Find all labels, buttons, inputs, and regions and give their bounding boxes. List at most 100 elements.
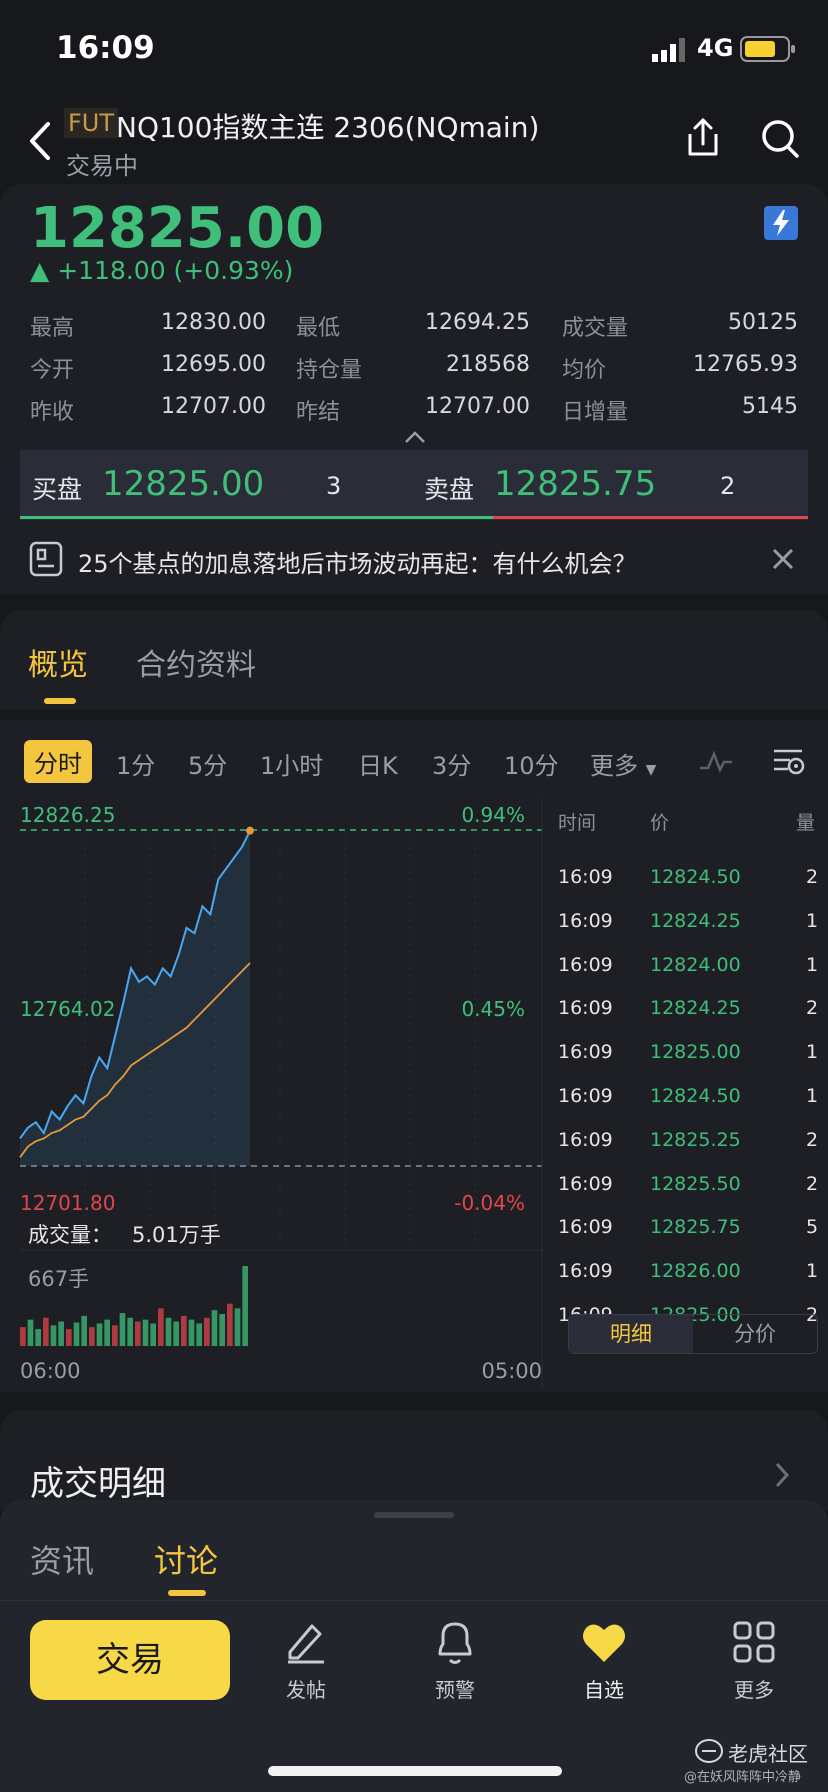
- toggle-price-button[interactable]: 分价: [693, 1315, 817, 1353]
- volume-bar: [211, 1310, 218, 1346]
- ticks-list[interactable]: 16:09 12824.50 2 16:09 12824.25 1 16:09 12824.0…: [558, 866, 820, 1326]
- tick-qty: 2: [806, 1172, 819, 1195]
- trade-button[interactable]: 交易: [30, 1620, 230, 1700]
- stat-label: 昨结: [296, 400, 341, 425]
- nav-alert-label[interactable]: 预警: [415, 1674, 495, 1703]
- x-end-label: 05:00: [481, 1359, 542, 1383]
- tab-overview[interactable]: 概览: [28, 640, 88, 684]
- last-price-dot: [246, 826, 254, 835]
- tick-time: 16:09: [558, 1041, 613, 1064]
- tab-discussion[interactable]: 讨论: [154, 1536, 218, 1582]
- stat-value: 12695.00: [161, 352, 266, 377]
- bid-price: 12825.00: [102, 464, 265, 504]
- grid-menu-icon[interactable]: [732, 1620, 776, 1664]
- tick-row: 16:09 12825.00 1: [558, 1041, 820, 1071]
- volume-bar: [204, 1317, 210, 1346]
- tick-price: 12826.00: [650, 1260, 741, 1283]
- y-mid-price-label: 12764.02: [20, 997, 115, 1021]
- stat-label: 最低: [296, 316, 341, 341]
- nav-watchlist-label[interactable]: 自选: [564, 1674, 644, 1703]
- close-icon[interactable]: [770, 546, 796, 572]
- back-icon[interactable]: [24, 118, 60, 164]
- volume-bar: [127, 1317, 133, 1346]
- price-change: ▲ +118.00 (+0.93%): [30, 256, 293, 285]
- lightning-icon[interactable]: [764, 206, 798, 240]
- y-bot-pct-label: -0.04%: [454, 1191, 525, 1215]
- tick-price: 12825.00: [650, 1041, 741, 1064]
- signal-icon: [652, 38, 685, 62]
- chart-settings-icon[interactable]: [772, 746, 806, 778]
- volume-bar: [181, 1315, 187, 1346]
- bell-icon[interactable]: [432, 1618, 478, 1668]
- nav-post-label[interactable]: 发帖: [266, 1674, 346, 1703]
- volume-bar: [73, 1322, 80, 1346]
- tick-qty: 5: [806, 1216, 819, 1239]
- volume-bar: [119, 1313, 126, 1346]
- period-tab-5min[interactable]: 5分: [188, 746, 227, 781]
- tick-time: 16:09: [558, 997, 613, 1020]
- volume-bar: [104, 1319, 110, 1346]
- tick-qty: 1: [806, 953, 819, 976]
- y-mid-pct-label: 0.45%: [461, 997, 525, 1021]
- tick-price: 12824.00: [650, 953, 741, 976]
- tick-price: 12825.75: [650, 1216, 741, 1239]
- tick-row: 16:09 12824.25 1: [558, 910, 820, 940]
- tick-price: 12824.25: [650, 909, 741, 932]
- heart-icon[interactable]: [580, 1620, 628, 1664]
- volume-bar: [35, 1329, 41, 1346]
- nav-more-label[interactable]: 更多: [714, 1674, 794, 1703]
- stat-label: 成交量: [562, 316, 629, 341]
- period-tab-more[interactable]: 更多 ▼: [590, 746, 656, 781]
- trade-status: 交易中: [66, 152, 138, 180]
- y-bot-price-label: 12701.80: [20, 1191, 115, 1215]
- share-icon[interactable]: [682, 116, 724, 160]
- stat-value: 50125: [728, 310, 798, 335]
- tick-qty: 2: [806, 997, 819, 1020]
- chevron-right-icon[interactable]: [772, 1460, 792, 1490]
- volume-bar: [219, 1314, 225, 1346]
- tick-qty: 2: [806, 1128, 819, 1151]
- tick-price: 12824.25: [650, 997, 741, 1020]
- tick-qty: 1: [806, 909, 819, 932]
- stat-value: 12707.00: [425, 394, 530, 419]
- tab-active-indicator: [168, 1590, 206, 1596]
- home-indicator: [268, 1766, 562, 1776]
- stat-label: 均价: [562, 358, 607, 383]
- volume-bar: [234, 1308, 241, 1346]
- period-tab-daily[interactable]: 日K: [358, 746, 398, 781]
- tab-contract-info[interactable]: 合约资料: [136, 640, 256, 684]
- volume-bar: [242, 1266, 248, 1346]
- period-tab-1min[interactable]: 1分: [116, 746, 155, 781]
- period-tab-1hour[interactable]: 1小时: [260, 746, 323, 781]
- sheet-drag-handle[interactable]: [374, 1512, 454, 1518]
- y-top-price-label: 12826.25: [20, 803, 115, 827]
- volume-bar: [142, 1319, 149, 1346]
- watermark-brand: 老虎社区: [728, 1742, 808, 1766]
- stat-label: 最高: [30, 316, 75, 341]
- period-tab-intraday[interactable]: 分时: [24, 740, 92, 783]
- stat-value: 12765.93: [693, 352, 798, 377]
- tick-time: 16:09: [558, 1172, 613, 1195]
- ticks-header-qty: 量: [796, 812, 816, 834]
- tick-row: 16:09 12824.25 2: [558, 997, 820, 1027]
- volume-bar: [27, 1319, 34, 1346]
- news-headline[interactable]: 25个基点的加息落地后市场波动再起：有什么机会？: [78, 544, 637, 579]
- watermark-user: @在妖风阵阵中冷静: [684, 1770, 802, 1785]
- ticks-header-price: 价: [650, 812, 670, 834]
- tab-news[interactable]: 资讯: [30, 1536, 94, 1582]
- period-tab-10min[interactable]: 10分: [504, 746, 559, 781]
- search-icon[interactable]: [760, 118, 800, 160]
- intraday-chart[interactable]: 12826.25 0.94% 12764.02 0.45% 12701.80 -…: [0, 798, 545, 1388]
- ask-price: 12825.75: [494, 464, 657, 504]
- stat-label: 昨收: [30, 400, 75, 425]
- last-price: 12825.00: [30, 196, 325, 261]
- toggle-detail-button[interactable]: 明细: [569, 1315, 693, 1353]
- stat-label: 日增量: [562, 400, 629, 425]
- volume-bar: [135, 1321, 141, 1346]
- edit-icon[interactable]: [282, 1618, 330, 1666]
- indicator-icon[interactable]: [698, 748, 734, 774]
- collapse-caret-icon[interactable]: [404, 430, 426, 444]
- tick-price: 12825.25: [650, 1128, 741, 1151]
- period-tab-3min[interactable]: 3分: [432, 746, 471, 781]
- tick-price: 12824.50: [650, 1085, 741, 1107]
